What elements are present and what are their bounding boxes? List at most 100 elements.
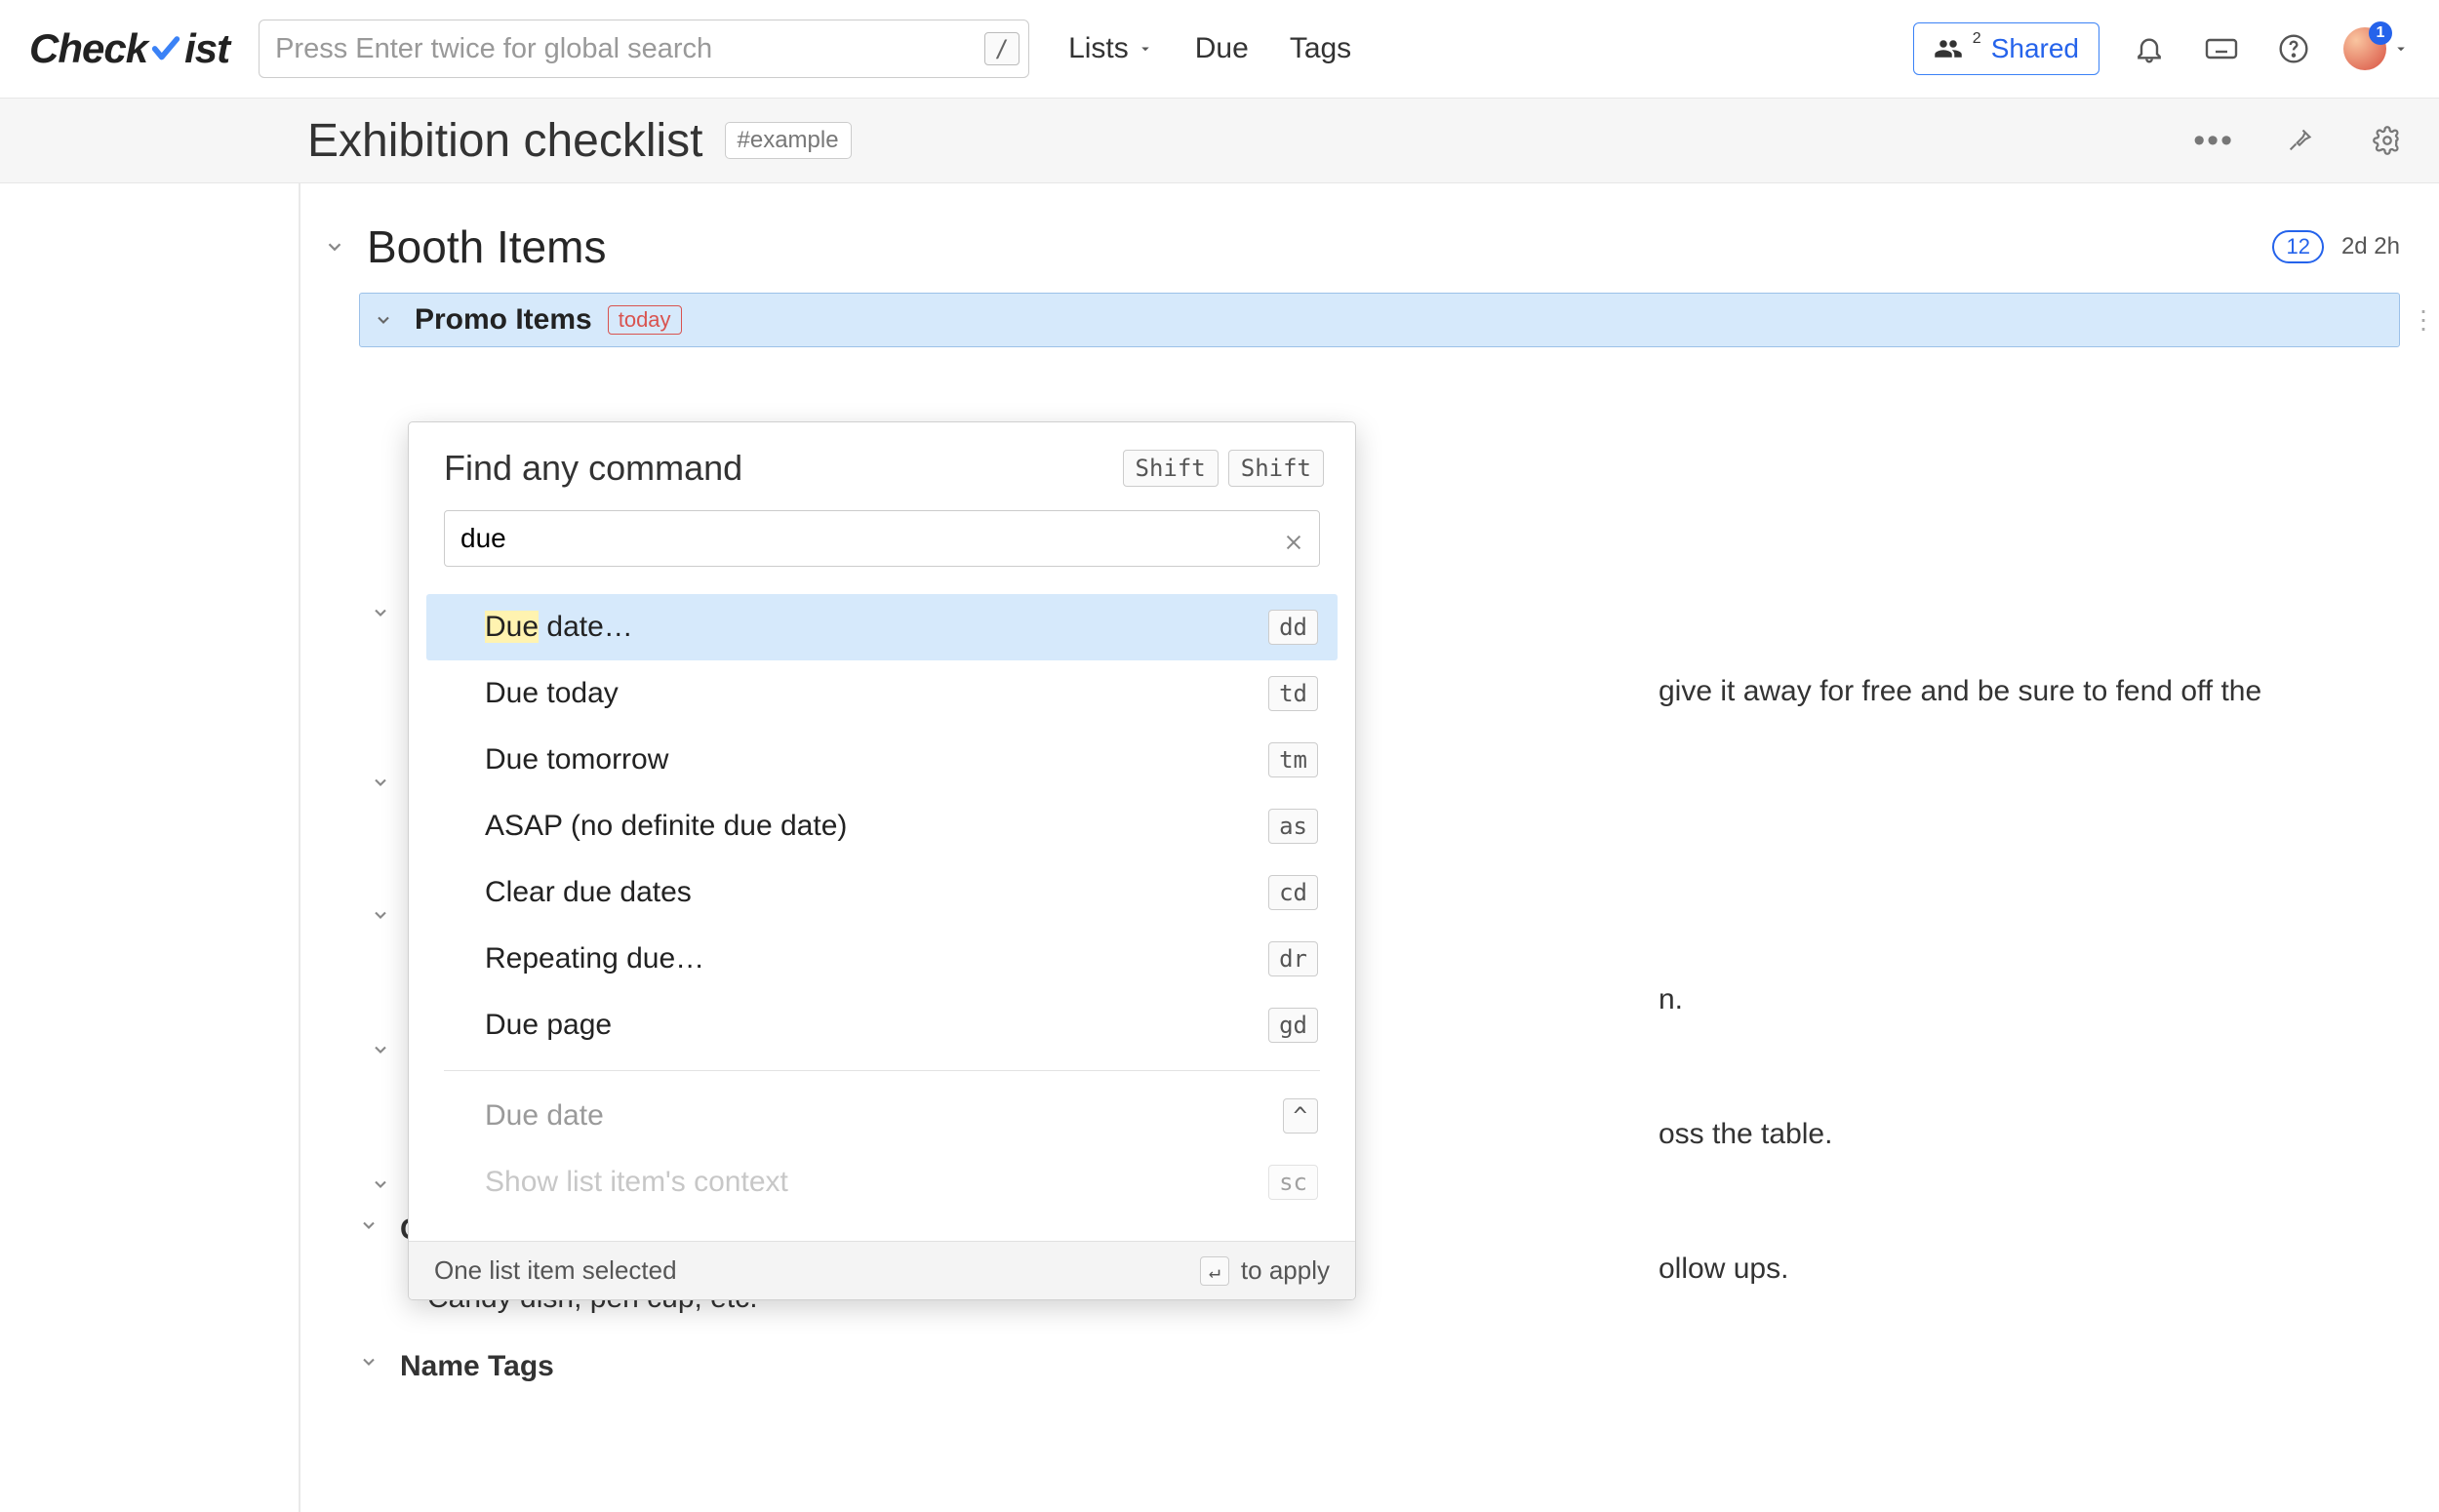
brand-check-icon (149, 32, 182, 65)
chevron-down-icon (359, 1215, 379, 1235)
palette-item-label: Due date… (485, 611, 633, 644)
palette-item-label: Due page (485, 1009, 612, 1042)
top-bar: Check ist / Lists Due Tags 2 Shared (0, 0, 2439, 98)
more-actions-button[interactable]: ••• (2193, 122, 2234, 160)
command-palette: Find any command Shift Shift Due date… d… (408, 421, 1356, 1300)
collapse-toggle[interactable] (371, 773, 396, 792)
chevron-down-icon (371, 1040, 390, 1059)
palette-separator (444, 1070, 1320, 1071)
list-title: Exhibition checklist (307, 114, 703, 168)
palette-item-label: ASAP (no definite due date) (485, 810, 847, 843)
gear-icon (2373, 126, 2402, 155)
chevron-down-icon (371, 1174, 390, 1194)
avatar: 1 (2343, 27, 2386, 70)
palette-item-due-today[interactable]: Due today td (426, 660, 1338, 727)
palette-item-due-date[interactable]: Due date… dd (426, 594, 1338, 660)
palette-item-shortcut: cd (1268, 875, 1318, 910)
nav-tags-label: Tags (1290, 32, 1351, 65)
palette-item-shortcut: dd (1268, 610, 1318, 645)
top-nav: Lists Due Tags (1068, 32, 1351, 65)
palette-item-due-page[interactable]: Due page gd (426, 992, 1338, 1058)
enter-key-icon: ↵ (1200, 1256, 1229, 1286)
shared-count: 2 (1973, 30, 1981, 48)
peek-text: oss the table. (1659, 1118, 1832, 1151)
nav-lists[interactable]: Lists (1068, 32, 1154, 65)
promo-items-row-wrap: Promo Items today ⋮ (300, 293, 2439, 347)
avatar-badge: 1 (2369, 21, 2392, 45)
palette-footer: One list item selected ↵ to apply (409, 1241, 1355, 1299)
list-settings-button[interactable] (2365, 118, 2410, 163)
palette-item-shortcut: td (1268, 676, 1318, 711)
palette-apply-hint: ↵ to apply (1200, 1255, 1330, 1286)
help-icon (2278, 33, 2309, 64)
palette-item-label: Repeating due… (485, 942, 704, 975)
chevron-down-icon (371, 905, 390, 925)
booth-count-badge[interactable]: 12 (2272, 230, 2323, 263)
palette-item-due-tomorrow[interactable]: Due tomorrow tm (426, 727, 1338, 793)
collapse-toggle[interactable] (374, 310, 399, 330)
palette-item-clear-due[interactable]: Clear due dates cd (426, 859, 1338, 926)
chevron-down-icon (371, 773, 390, 792)
collapse-toggle[interactable] (371, 1040, 396, 1059)
people-icon (1934, 34, 1963, 63)
shift-key: Shift (1123, 450, 1219, 487)
collapse-toggle[interactable] (371, 1174, 396, 1194)
palette-item-label: Clear due dates (485, 876, 692, 909)
chevron-down-icon (2392, 40, 2410, 58)
palette-title: Find any command (444, 448, 742, 489)
booth-items-title: Booth Items (367, 220, 606, 273)
highlight: Due (485, 611, 539, 643)
close-icon (1283, 532, 1304, 553)
notifications-button[interactable] (2127, 26, 2172, 71)
nav-due[interactable]: Due (1195, 32, 1249, 65)
palette-item-label: Show list item's context (485, 1166, 788, 1199)
palette-item-repeating-due[interactable]: Repeating due… dr (426, 926, 1338, 992)
palette-item-shortcut: sc (1268, 1165, 1318, 1200)
keyboard-icon (2204, 31, 2239, 66)
shared-label: Shared (1991, 33, 2079, 64)
palette-item-shortcut: gd (1268, 1008, 1318, 1043)
palette-item-shortcut: tm (1268, 742, 1318, 777)
shift-key: Shift (1228, 450, 1324, 487)
palette-results: Due date… dd Due today td Due tomorrow t… (409, 582, 1355, 1241)
promo-items-label: Promo Items (415, 303, 592, 337)
pin-button[interactable] (2277, 118, 2322, 163)
help-button[interactable] (2271, 26, 2316, 71)
shared-button[interactable]: 2 Shared (1913, 22, 2099, 75)
list-title-bar: Exhibition checklist #example ••• (0, 98, 2439, 183)
booth-items-row[interactable]: Booth Items 12 2d 2h (300, 201, 2439, 293)
palette-item-shortcut: ^ (1283, 1098, 1318, 1134)
keyboard-shortcuts-button[interactable] (2199, 26, 2244, 71)
palette-selection-info: One list item selected (434, 1255, 677, 1286)
collapse-toggle[interactable] (359, 1352, 384, 1372)
palette-item-asap[interactable]: ASAP (no definite due date) as (426, 793, 1338, 859)
brand-suffix: ist (184, 25, 229, 72)
promo-items-row[interactable]: Promo Items today ⋮ (359, 293, 2400, 347)
palette-item-label: Due tomorrow (485, 743, 668, 776)
palette-clear-button[interactable] (1283, 532, 1304, 553)
due-today-tag[interactable]: today (608, 305, 682, 335)
account-menu[interactable]: 1 (2343, 27, 2410, 70)
global-search: / (259, 20, 1029, 78)
brand-logo[interactable]: Check ist (29, 25, 229, 72)
palette-input[interactable] (444, 510, 1320, 567)
list-tag[interactable]: #example (725, 122, 852, 159)
collapse-toggle[interactable] (324, 236, 349, 258)
brand-prefix: Check (29, 25, 147, 72)
row-more-button[interactable]: ⋮ (2411, 305, 2436, 336)
nav-tags[interactable]: Tags (1290, 32, 1351, 65)
collapse-toggle[interactable] (359, 1215, 384, 1235)
collapse-toggle[interactable] (371, 905, 396, 925)
search-input[interactable] (259, 20, 1029, 78)
palette-input-wrap (409, 502, 1355, 582)
search-shortcut-key: / (984, 32, 1020, 65)
collapse-toggle[interactable] (371, 603, 396, 622)
outline-item-name-tags[interactable]: Name Tags (359, 1333, 2439, 1401)
top-bar-right: 2 Shared 1 (1913, 22, 2410, 75)
palette-item-show-context[interactable]: Show list item's context sc (426, 1149, 1338, 1215)
chevron-down-icon (1137, 40, 1154, 58)
chevron-down-icon (359, 1352, 379, 1372)
chevron-down-icon (374, 310, 393, 330)
palette-item-sort-due-date[interactable]: Due date ^ (426, 1083, 1338, 1149)
booth-meta: 12 2d 2h (2272, 230, 2400, 263)
